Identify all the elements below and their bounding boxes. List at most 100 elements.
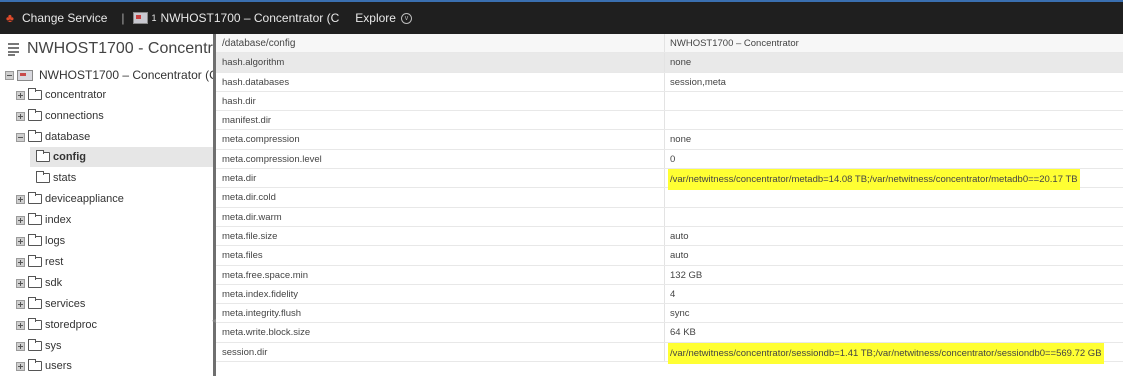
expand-icon[interactable] [16,236,25,246]
row-value[interactable]: none [670,53,691,72]
change-service-icon: ♣ [6,11,14,25]
table-header-row: /database/config NWHOST1700 – Concentrat… [216,34,1123,54]
table-row[interactable]: hash.algorithm none [216,53,1123,73]
tree-node-index[interactable]: index [16,210,71,230]
tree-node-label: logs [45,235,66,247]
expand-icon[interactable] [16,361,25,371]
row-key: meta.compression.level [222,153,322,165]
tree-node-users[interactable]: users [16,356,72,376]
tree-node-label: database [45,131,91,143]
column-separator [664,169,665,188]
folder-icon [28,213,42,225]
row-value[interactable]: none [670,130,691,149]
table-row[interactable]: meta.free.space.min 132 GB [216,265,1123,285]
table-row[interactable]: manifest.dir [216,111,1123,131]
row-key: meta.dir [222,173,257,185]
column-separator [664,304,665,323]
row-value[interactable]: 132 GB [670,266,702,285]
expand-icon[interactable] [16,257,25,267]
table-row[interactable]: meta.index.fidelity 4 [216,284,1123,305]
row-value[interactable]: 0 [670,150,675,169]
folder-icon [28,255,42,267]
expand-icon[interactable] [16,341,25,351]
service-tab-label: NWHOST1700 – Concentrator (C [160,11,340,25]
table-row[interactable]: hash.databases session,meta [216,72,1123,92]
folder-icon [28,339,42,351]
column-separator [664,149,665,169]
folder-icon [28,109,42,121]
config-table: /database/config NWHOST1700 – Concentrat… [216,34,1123,364]
tree-node-stats[interactable]: stats [36,168,76,188]
explore-tree-panel: NWHOST1700 - Concentra NWHOST1700 – Conc… [0,34,213,376]
chevron-down-icon: v [400,12,412,24]
row-key: hash.dir [222,95,256,107]
row-value[interactable]: auto [670,246,689,265]
expand-icon[interactable] [16,320,25,330]
tree-node-config[interactable]: config [30,147,213,167]
tree-node-concentrator[interactable]: concentrator [16,85,106,105]
tree-node-label: rest [45,256,64,268]
column-separator [664,130,665,149]
expand-icon[interactable] [16,194,25,204]
folder-icon [28,276,42,288]
tree-root-node[interactable]: NWHOST1700 – Concentrator (C [5,68,213,82]
column-separator [664,323,665,342]
tree-node-rest[interactable]: rest [16,252,63,272]
row-key: meta.dir.warm [222,211,282,223]
expand-icon[interactable] [16,90,25,100]
change-service-label: Change Service [22,11,108,25]
tree-node-database[interactable]: database [16,127,90,147]
table-row[interactable]: hash.dir [216,91,1123,112]
row-value[interactable]: 4 [670,285,675,304]
tree-node-services[interactable]: services [16,294,85,314]
table-row[interactable]: meta.dir.cold [216,188,1123,208]
table-row[interactable]: meta.integrity.flush sync [216,304,1123,324]
folder-icon [28,359,42,371]
change-service-button[interactable]: ♣ Change Service [6,11,107,25]
table-row[interactable]: meta.compression.level 0 [216,149,1123,170]
tree-node-label: deviceappliance [45,193,124,205]
tree-node-storedproc[interactable]: storedproc [16,315,97,335]
table-row[interactable]: meta.files auto [216,246,1123,266]
column-separator [664,72,665,91]
row-value-highlighted[interactable]: /var/netwitness/concentrator/metadb=14.0… [668,169,1080,191]
column-separator [664,91,665,111]
tree-node-label: index [45,214,72,226]
table-row[interactable]: meta.dir /var/netwitness/concentrator/me… [216,169,1123,191]
row-value[interactable]: auto [670,227,689,246]
explore-menu[interactable]: Explore v [355,11,412,25]
folder-icon [28,318,42,330]
expand-icon[interactable] [16,111,25,121]
row-key: session.dir [222,346,268,358]
row-value[interactable]: sync [670,304,690,323]
tree-node-label: sys [45,340,62,352]
table-row[interactable]: session.dir /var/netwitness/concentrator… [216,342,1123,364]
expand-icon[interactable] [16,278,25,288]
tree-node-sdk[interactable]: sdk [16,273,62,293]
collapse-icon[interactable] [5,70,14,80]
tree-title: NWHOST1700 - Concentra [27,40,213,57]
document-icon [8,42,19,56]
row-value-highlighted[interactable]: /var/netwitness/concentrator/sessiondb=1… [668,342,1104,364]
collapse-icon[interactable] [16,132,25,142]
expand-icon[interactable] [16,215,25,225]
table-row[interactable]: meta.compression none [216,130,1123,150]
folder-icon [36,171,50,183]
folder-icon [36,150,50,162]
tab-number: 1 [151,13,157,23]
expand-icon[interactable] [16,299,25,309]
table-row[interactable]: meta.dir.warm [216,207,1123,227]
table-row[interactable]: meta.file.size auto [216,226,1123,247]
service-tab[interactable]: 1 NWHOST1700 – Concentrator (C [132,11,340,25]
top-toolbar: ♣ Change Service | 1 NWHOST1700 – Concen… [0,0,1123,34]
row-value[interactable]: session,meta [670,73,726,92]
tree-node-connections[interactable]: connections [16,106,104,126]
tree-node-sys[interactable]: sys [16,336,62,356]
row-value[interactable]: 64 KB [670,323,696,342]
tree-node-logs[interactable]: logs [16,231,65,251]
row-key: meta.dir.cold [222,192,276,204]
row-key: meta.free.space.min [222,269,309,281]
tree-node-deviceappliance[interactable]: deviceappliance [16,189,124,209]
tree-node-label: concentrator [45,89,107,101]
table-row[interactable]: meta.write.block.size 64 KB [216,323,1123,343]
